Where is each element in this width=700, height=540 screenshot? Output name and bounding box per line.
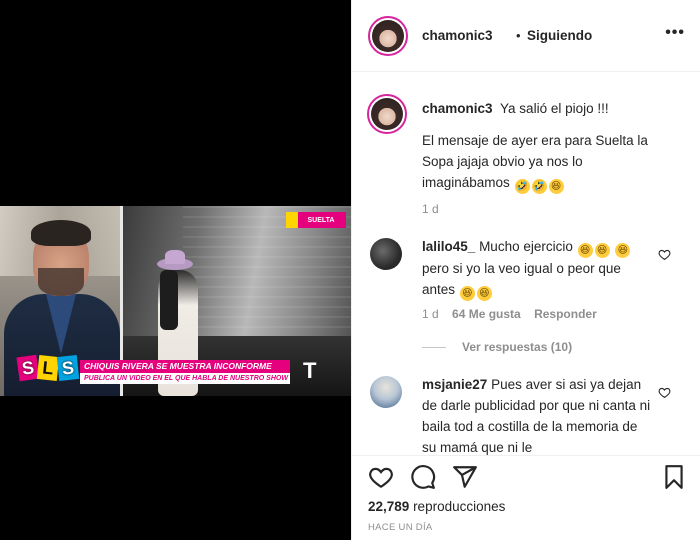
commenter-avatar[interactable]: [370, 376, 402, 408]
separator-dot: •: [516, 28, 521, 43]
show-corner-tag: SUELTA: [286, 212, 346, 228]
commenter-username[interactable]: lalilo45_: [422, 239, 475, 254]
comment-like-heart-icon[interactable]: [658, 248, 671, 261]
comment-icon[interactable]: [410, 464, 436, 490]
comments-list[interactable]: chamonic3 Ya salió el piojo !!! El mensa…: [352, 72, 700, 455]
comment-1-meta: 1 d 64 Me gusta Responder: [422, 307, 597, 321]
post-sidebar: chamonic3 • Siguiendo ••• chamonic3 Ya s…: [351, 0, 700, 540]
comment-like-heart-icon[interactable]: [658, 386, 671, 399]
network-logo: T: [303, 358, 317, 383]
replies-divider: [422, 347, 446, 348]
laughing-emoji: 😆: [594, 243, 610, 258]
commenter-username[interactable]: msjanie27: [422, 377, 487, 392]
post-timestamp: HACE UN DÍA: [368, 522, 433, 533]
laughing-emoji: 😆: [476, 286, 492, 301]
following-button[interactable]: Siguiendo: [527, 28, 592, 43]
video-player[interactable]: SUELTA T S L S CHIQUIS RIVERA SE MUESTRA…: [0, 0, 351, 540]
view-replies-button[interactable]: Ver respuestas (10): [462, 340, 572, 354]
laughing-emoji: 😆: [577, 243, 593, 258]
caption-age: 1 d: [422, 202, 439, 216]
video-frame[interactable]: SUELTA T S L S CHIQUIS RIVERA SE MUESTRA…: [0, 206, 351, 396]
commenter-avatar[interactable]: [370, 238, 402, 270]
bookmark-icon[interactable]: [661, 464, 687, 490]
comment-likes[interactable]: 64 Me gusta: [452, 307, 521, 321]
rofl-emoji: 🤣: [531, 179, 547, 194]
laughing-emoji: 😆: [548, 179, 564, 194]
caption-first-line: chamonic3 Ya salió el piojo !!!: [422, 98, 687, 120]
author-username[interactable]: chamonic3: [422, 28, 493, 43]
caption-text: Ya salió el piojo !!!: [500, 101, 609, 116]
laughing-emoji: 😆: [459, 286, 475, 301]
reply-button[interactable]: Responder: [534, 307, 597, 321]
views-count[interactable]: 22,789 reproducciones: [368, 499, 505, 514]
caption-avatar[interactable]: [367, 94, 407, 134]
comment-1: lalilo45_ Mucho ejercicio 😆 😆 😆 pero si y…: [422, 236, 654, 301]
laughing-emoji: 😆: [615, 243, 631, 258]
more-options-icon[interactable]: •••: [665, 24, 685, 42]
post-actions: 22,789 reproducciones HACE UN DÍA: [352, 455, 700, 540]
post-header: chamonic3 • Siguiendo •••: [352, 0, 700, 72]
comment-2: msjanie27 Pues aver si asi ya dejan de d…: [422, 377, 651, 455]
caption-username[interactable]: chamonic3: [422, 101, 493, 116]
share-icon[interactable]: [452, 464, 478, 490]
heart-icon[interactable]: [368, 464, 394, 490]
lower-third-title: CHIQUIS RIVERA SE MUESTRA INCONFORME: [80, 360, 290, 373]
lower-third-subtitle: PUBLICA UN VIDEO EN EL QUE HABLA DE NUES…: [80, 373, 290, 384]
author-avatar[interactable]: [368, 16, 408, 56]
rofl-emoji: 🤣: [514, 179, 530, 194]
caption-body: El mensaje de ayer era para Suelta la So…: [422, 133, 648, 194]
comment-age: 1 d: [422, 307, 439, 321]
show-logo: S L S: [16, 354, 80, 382]
